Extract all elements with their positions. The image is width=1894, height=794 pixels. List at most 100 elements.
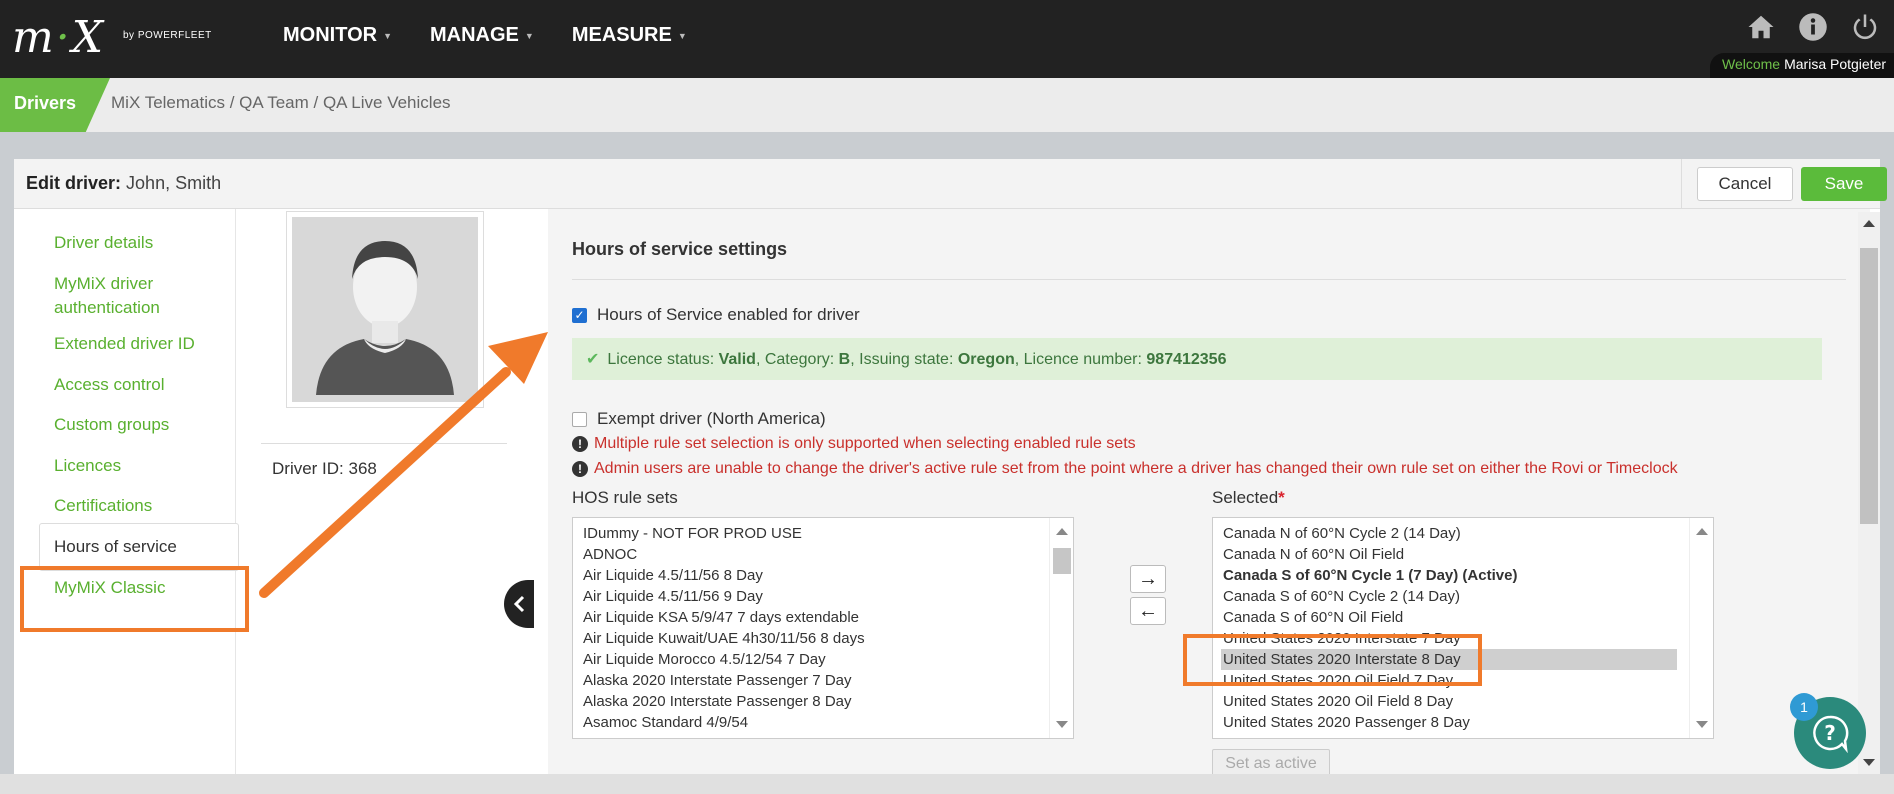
title-prefix: Edit driver:: [26, 173, 122, 193]
licence-state-label: Issuing state:: [859, 351, 954, 368]
licence-number-label: Licence number:: [1023, 351, 1142, 368]
list-item[interactable]: Asamoc Standard 4/9/54: [583, 712, 1073, 733]
hos-rule-sets-listbox[interactable]: IDummy - NOT FOR PROD USE ADNOC Air Liqu…: [572, 517, 1074, 739]
sidebar-item-extended-id[interactable]: Extended driver ID: [54, 332, 195, 356]
list-item[interactable]: Canada N of 60°N Oil Field: [1223, 544, 1713, 565]
scroll-thumb[interactable]: [1053, 548, 1071, 574]
list-item[interactable]: ADNOC: [583, 544, 1073, 565]
annotation-highlight-box: [1183, 634, 1482, 686]
exclamation-icon: !: [572, 461, 588, 477]
powerfleet-byline: by POWERFLEET: [123, 30, 212, 41]
driver-name: John, Smith: [126, 173, 222, 193]
remove-rule-set-button[interactable]: ←: [1130, 597, 1166, 625]
annotation-highlight-box: [20, 566, 249, 632]
warning-message: ! Multiple rule set selection is only sup…: [572, 435, 1136, 453]
licence-category-label: Category:: [764, 351, 835, 368]
footer-strip: [0, 774, 1894, 794]
home-icon[interactable]: [1746, 12, 1776, 42]
section-title: Hours of service settings: [572, 239, 788, 259]
nav-monitor[interactable]: MONITOR ▼: [283, 24, 392, 47]
licence-state-value: Oregon: [957, 351, 1015, 368]
nav-manage[interactable]: MANAGE ▼: [430, 24, 534, 47]
scroll-up-icon[interactable]: [1056, 528, 1068, 535]
chevron-down-icon: ▼: [677, 30, 687, 41]
rule-sets-label: HOS rule sets: [572, 488, 678, 507]
required-mark: *: [1278, 488, 1285, 507]
listbox-scrollbar[interactable]: [1049, 518, 1073, 738]
page-title: Edit driver: John, Smith: [26, 173, 221, 194]
list-item[interactable]: IDummy - NOT FOR PROD USE: [583, 523, 1073, 544]
sidebar-item-access-control[interactable]: Access control: [54, 373, 165, 397]
add-rule-set-button[interactable]: →: [1130, 565, 1166, 593]
list-item-active[interactable]: Canada S of 60°N Cycle 1 (7 Day) (Active…: [1223, 565, 1713, 586]
sidebar-item-certifications[interactable]: Certifications: [54, 494, 152, 518]
info-icon[interactable]: [1798, 12, 1828, 42]
list-item[interactable]: Air Liquide Morocco 4.5/12/54 7 Day: [583, 649, 1073, 670]
list-item[interactable]: Canada N of 60°N Cycle 2 (14 Day): [1223, 523, 1713, 544]
list-item[interactable]: Air Liquide 4.5/11/56 9 Day: [583, 586, 1073, 607]
help-question-icon: ?: [1813, 715, 1849, 753]
avatar[interactable]: [286, 211, 484, 408]
list-item[interactable]: United States 2020 Oil Field 8 Day: [1223, 691, 1713, 712]
nav-measure[interactable]: MEASURE ▼: [572, 24, 687, 47]
exempt-driver-label[interactable]: Exempt driver (North America): [597, 409, 826, 429]
selected-label-text: Selected: [1212, 488, 1279, 507]
scroll-down-icon[interactable]: [1696, 721, 1708, 728]
user-silhouette-icon: [316, 241, 454, 395]
mix-logo[interactable]: m·X: [12, 16, 105, 60]
hos-enabled-label[interactable]: Hours of Service enabled for driver: [597, 305, 860, 325]
save-button[interactable]: Save: [1801, 167, 1887, 201]
list-item[interactable]: Air Liquide 4.5/11/56 8 Day: [583, 565, 1073, 586]
top-navigation-bar: m·X by POWERFLEET MONITOR ▼ MANAGE ▼ MEASU…: [0, 0, 1894, 78]
list-item[interactable]: Alaska 2020 Interstate Passenger 7 Day: [583, 670, 1073, 691]
breadcrumb-bar: Drivers MiX Telematics / QA Team / QA Li…: [0, 78, 1894, 132]
list-item[interactable]: Canada S of 60°N Oil Field: [1223, 607, 1713, 628]
scroll-up-icon[interactable]: [1863, 220, 1875, 227]
driver-settings-sidebar: Driver details MyMiX driver authenticati…: [14, 209, 239, 774]
scroll-down-icon[interactable]: [1056, 721, 1068, 728]
divider: [261, 443, 507, 444]
nav-measure-label: MEASURE: [571, 24, 672, 46]
power-icon[interactable]: [1850, 12, 1880, 42]
page-scrollbar[interactable]: [1858, 212, 1880, 774]
list-item[interactable]: Canada S of 60°N Cycle 2 (14 Day): [1223, 586, 1713, 607]
hos-enabled-row: ✓ Hours of Service enabled for driver: [572, 305, 860, 325]
exempt-driver-checkbox[interactable]: [572, 411, 587, 427]
list-item[interactable]: United States 2020 Passenger 8 Day: [1223, 712, 1713, 733]
chevron-down-icon: ▼: [524, 30, 534, 41]
sidebar-item-hours-of-service[interactable]: Hours of service: [39, 523, 239, 571]
hos-enabled-checkbox[interactable]: ✓: [572, 307, 587, 323]
scroll-down-icon[interactable]: [1863, 759, 1875, 766]
licence-category-value: B: [838, 351, 851, 368]
edit-driver-panel: Edit driver: John, Smith Cancel Save Dri…: [14, 159, 1887, 779]
nav-monitor-label: MONITOR: [283, 24, 378, 46]
licence-number-value: 987412356: [1146, 351, 1227, 368]
sidebar-item-licences[interactable]: Licences: [54, 454, 121, 478]
selected-rule-sets-listbox[interactable]: Canada N of 60°N Cycle 2 (14 Day) Canada…: [1212, 517, 1714, 739]
list-item[interactable]: Alaska 2020 Interstate Passenger 8 Day: [583, 691, 1073, 712]
list-item[interactable]: Air Liquide KSA 5/9/47 7 days extendable: [583, 607, 1073, 628]
svg-text:?: ?: [1824, 721, 1836, 745]
scroll-thumb[interactable]: [1860, 248, 1878, 524]
panel-header: Edit driver: John, Smith Cancel Save: [14, 159, 1887, 209]
section-tab-drivers[interactable]: Drivers: [0, 78, 110, 132]
user-name[interactable]: Marisa Potgieter: [1784, 56, 1886, 72]
list-item[interactable]: Air Liquide Kuwait/UAE 4h30/11/56 8 days: [583, 628, 1073, 649]
chevron-down-icon: ▼: [383, 30, 392, 41]
listbox-scrollbar[interactable]: [1689, 518, 1713, 738]
driver-id: Driver ID: 368: [272, 459, 377, 478]
scroll-up-icon[interactable]: [1696, 528, 1708, 535]
selected-label: Selected*: [1212, 488, 1285, 508]
sidebar-item-driver-details[interactable]: Driver details: [54, 231, 153, 255]
sidebar-item-mymix-auth[interactable]: MyMiX driver authentication: [54, 272, 194, 320]
cancel-button[interactable]: Cancel: [1697, 167, 1793, 201]
welcome-label: Welcome: [1722, 56, 1781, 72]
licence-status-alert: ✔ Licence status: Valid, Category: B, Iss…: [572, 338, 1822, 380]
licence-status-value: Valid: [718, 351, 756, 368]
top-icons: [1746, 12, 1880, 42]
breadcrumb[interactable]: MiX Telematics / QA Team / QA Live Vehic…: [111, 93, 451, 113]
main-nav: MONITOR ▼ MANAGE ▼ MEASURE ▼: [283, 24, 687, 47]
header-divider: [1681, 159, 1682, 209]
sidebar-item-custom-groups[interactable]: Custom groups: [54, 413, 169, 437]
warning-text: Admin users are unable to change the dri…: [594, 460, 1678, 477]
